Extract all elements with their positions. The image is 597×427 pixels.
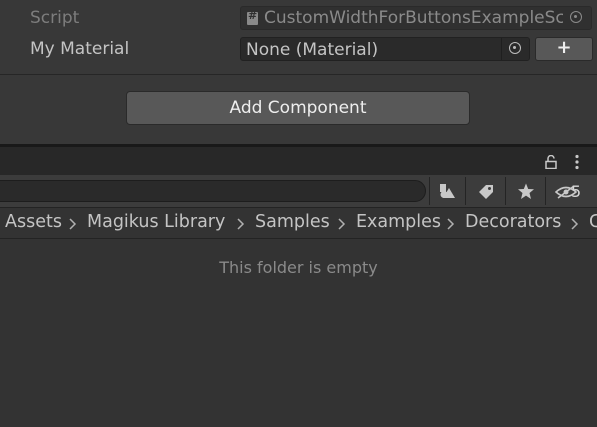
search-by-label-button[interactable]: [465, 177, 505, 205]
lock-icon[interactable]: [545, 155, 557, 169]
favorites-button[interactable]: [505, 177, 545, 205]
project-window: 5 Assets Magikus Library Samples Example…: [0, 144, 597, 427]
breadcrumb-item[interactable]: C: [589, 212, 597, 232]
chevron-right-icon: [447, 218, 455, 230]
script-icon: [247, 9, 258, 25]
empty-folder-message: This folder is empty: [219, 258, 378, 277]
chevron-right-icon: [69, 218, 77, 230]
search-by-type-button[interactable]: [429, 177, 465, 205]
add-component-button[interactable]: Add Component: [126, 91, 470, 125]
breadcrumb-item[interactable]: Examples: [356, 212, 441, 232]
material-field[interactable]: None (Material): [240, 37, 530, 61]
kebab-menu-icon[interactable]: [572, 154, 582, 170]
script-picker-button: [563, 7, 591, 29]
project-toolbar: 5: [0, 175, 597, 208]
project-tab-bar: [0, 144, 597, 175]
hidden-packages-toggle[interactable]: 5: [545, 177, 597, 205]
script-value: CustomWidthForButtonsExampleScript: [264, 8, 592, 28]
inspector-panel: Script CustomWidthForButtonsExampleScrip…: [0, 0, 597, 144]
object-picker-icon: [509, 42, 521, 54]
breadcrumb-item[interactable]: Assets: [5, 212, 62, 232]
breadcrumb: Assets Magikus Library Samples Examples …: [0, 208, 597, 239]
material-label: My Material: [30, 39, 130, 59]
breadcrumb-item[interactable]: Decorators: [465, 212, 561, 232]
star-icon: [518, 183, 534, 199]
breadcrumb-item[interactable]: Magikus Library: [87, 212, 225, 232]
chevron-right-icon: [237, 218, 245, 230]
material-picker-button[interactable]: [501, 38, 529, 60]
script-field: CustomWidthForButtonsExampleScript: [240, 6, 592, 30]
add-material-button[interactable]: +: [535, 37, 593, 61]
tag-icon: [479, 185, 493, 199]
search-input[interactable]: [0, 180, 426, 202]
material-value: None (Material): [246, 40, 379, 60]
object-picker-icon: [570, 11, 582, 23]
shapes-icon: [440, 184, 455, 198]
chevron-right-icon: [338, 218, 346, 230]
divider: [0, 74, 597, 75]
chevron-right-icon: [571, 218, 579, 230]
hidden-packages-count: 5: [571, 182, 582, 201]
breadcrumb-item[interactable]: Samples: [255, 212, 330, 232]
script-label: Script: [30, 8, 80, 28]
